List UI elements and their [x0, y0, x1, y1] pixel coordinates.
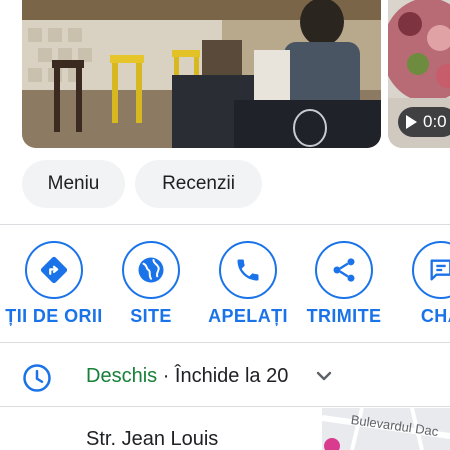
website-label: SITE	[130, 306, 172, 326]
video-duration: 0:0	[423, 112, 447, 131]
directions-icon	[40, 256, 68, 284]
directions-button[interactable]: ȚII DE ORII	[0, 241, 110, 327]
clock-icon	[23, 364, 51, 392]
opening-hours-row[interactable]: Deschis · Închide la 20	[0, 350, 450, 406]
share-icon	[333, 258, 355, 282]
hours-separator: ·	[157, 365, 175, 387]
closing-time: Închide la 20	[174, 365, 289, 387]
photo-carousel[interactable]: 0:0	[0, 0, 450, 150]
divider	[0, 406, 450, 407]
website-button[interactable]: SITE	[95, 241, 207, 327]
share-button[interactable]: TRIMITE	[288, 241, 400, 327]
phone-icon	[237, 259, 259, 281]
chat-icon	[430, 259, 450, 281]
reviews-chip[interactable]: Recenzii	[135, 160, 262, 208]
restaurant-photo[interactable]	[22, 0, 381, 148]
video-duration-badge[interactable]: 0:0	[398, 107, 450, 137]
directions-label: ȚII DE ORII	[5, 306, 103, 326]
menu-chip[interactable]: Meniu	[22, 160, 125, 208]
chat-button[interactable]: CHA	[385, 241, 450, 327]
play-icon	[406, 115, 417, 129]
share-label: TRIMITE	[306, 306, 382, 326]
address-text[interactable]: Str. Jean Louis	[86, 428, 218, 450]
open-status: Deschis	[86, 365, 158, 387]
globe-icon	[138, 257, 164, 283]
divider	[0, 342, 450, 343]
divider	[0, 224, 450, 225]
chevron-down-icon[interactable]	[312, 364, 336, 388]
map-thumbnail[interactable]: Bulevardul Dac	[322, 408, 450, 450]
chat-label: CHA	[420, 306, 450, 326]
hours-summary: Deschis · Închide la 20	[86, 365, 288, 388]
